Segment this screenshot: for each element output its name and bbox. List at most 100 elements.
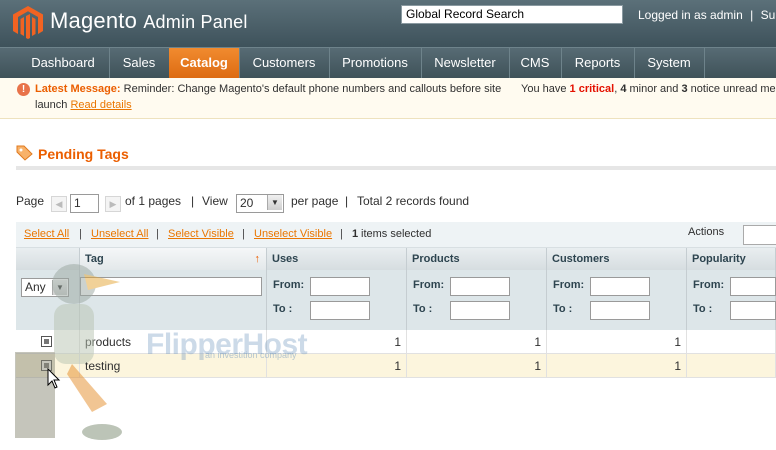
cell-customers: 1: [547, 330, 687, 354]
table-row[interactable]: products 1 1 1: [16, 330, 776, 354]
nav-dashboard[interactable]: Dashboard: [17, 48, 110, 78]
per-page-select[interactable]: 20 ▼: [236, 194, 284, 213]
sort-arrow-icon: ↑: [254, 253, 261, 265]
watermark-subtitle: an investition company: [205, 350, 297, 360]
nav-system[interactable]: System: [634, 48, 705, 78]
global-search-input[interactable]: Global Record Search: [401, 5, 623, 24]
table-row[interactable]: testing 1 1 1: [16, 354, 776, 378]
nav-promotions[interactable]: Promotions: [329, 48, 422, 78]
mouse-cursor-icon: [47, 368, 61, 389]
actions-label: Actions: [688, 226, 725, 238]
message-line-2: launch Read details: [35, 99, 132, 111]
nav-sales[interactable]: Sales: [109, 48, 170, 78]
filter-customers: From: To :: [547, 270, 687, 330]
selected-suffix: items selected: [361, 228, 432, 240]
chevron-down-icon: ▼: [267, 195, 282, 210]
page-label: Page: [16, 194, 45, 208]
unread-comma: ,: [614, 83, 618, 95]
cell-products: 1: [407, 330, 547, 354]
prev-page-icon[interactable]: ◀: [51, 196, 67, 212]
brand-name: Magento: [50, 8, 138, 33]
uses-to-input[interactable]: [310, 301, 370, 320]
page-number-input[interactable]: 1: [70, 194, 99, 213]
massaction-sep-3: |: [242, 228, 245, 240]
cell-customers: 1: [547, 354, 687, 378]
col-customers-header[interactable]: Customers: [547, 248, 687, 270]
message-text: Reminder: Change Magento's default phone…: [123, 83, 502, 95]
customers-from-input[interactable]: [590, 277, 650, 296]
col-massaction: [16, 248, 80, 270]
products-from-input[interactable]: [450, 277, 510, 296]
nav-reports[interactable]: Reports: [561, 48, 635, 78]
latest-message-bar: ! Latest Message: Reminder: Change Magen…: [0, 78, 776, 119]
nav-cms[interactable]: CMS: [509, 48, 562, 78]
unread-summary: You have 1 critical, 4 minor and 3 notic…: [521, 83, 776, 95]
notice-count[interactable]: 3: [681, 83, 687, 95]
unselect-all-link[interactable]: Unselect All: [91, 228, 148, 240]
actions-select[interactable]: [743, 225, 776, 245]
popularity-from-label: From:: [693, 279, 725, 291]
filter-tag: [80, 270, 267, 330]
selected-count: 1: [352, 228, 359, 240]
unread-suffix: notice unread mes: [690, 83, 776, 95]
filter-massaction: Any ▼: [16, 270, 80, 330]
alert-icon: !: [17, 83, 30, 96]
select-all-link[interactable]: Select All: [24, 228, 69, 240]
login-date-text: Sunda: [760, 8, 776, 22]
any-select[interactable]: Any ▼: [21, 278, 69, 297]
col-products-header[interactable]: Products: [407, 248, 547, 270]
massaction-sep-1: |: [79, 228, 82, 240]
col-tag-header[interactable]: Tag ↑: [80, 248, 267, 270]
admin-header: Magento Admin Panel Global Record Search…: [0, 0, 776, 47]
col-popularity-header[interactable]: Popularity: [687, 248, 776, 270]
records-found-text: Total 2 records found: [357, 194, 470, 208]
customers-to-label: To :: [553, 303, 573, 315]
uses-from-label: From:: [273, 279, 305, 291]
view-label: View: [202, 194, 228, 208]
unread-prefix: You have: [521, 83, 567, 95]
cell-popularity: [687, 330, 776, 354]
login-separator: |: [750, 8, 754, 22]
page-count-text: of 1 pages: [125, 194, 182, 208]
read-details-link[interactable]: Read details: [70, 99, 131, 111]
uses-to-label: To :: [273, 303, 293, 315]
nav-customers[interactable]: Customers: [239, 48, 330, 78]
per-page-label: per page: [291, 194, 339, 208]
tag-icon: [16, 145, 33, 161]
col-uses-header[interactable]: Uses: [267, 248, 407, 270]
select-visible-link[interactable]: Select Visible: [168, 228, 234, 240]
magento-logo-icon: [13, 6, 43, 39]
massaction-bar: Select All | Unselect All | Select Visib…: [16, 222, 776, 248]
main-nav: Dashboard Sales Catalog Customers Promot…: [0, 47, 776, 78]
any-select-value: Any: [25, 280, 46, 294]
cell-popularity: [687, 354, 776, 378]
customers-to-input[interactable]: [590, 301, 650, 320]
products-to-input[interactable]: [450, 301, 510, 320]
popularity-to-input[interactable]: [730, 301, 776, 320]
nav-catalog[interactable]: Catalog: [169, 48, 240, 78]
unselect-visible-link[interactable]: Unselect Visible: [254, 228, 332, 240]
customers-from-label: From:: [553, 279, 585, 291]
uses-from-input[interactable]: [310, 277, 370, 296]
filter-uses: From: To :: [267, 270, 407, 330]
products-to-label: To :: [413, 303, 433, 315]
title-divider: [16, 166, 776, 170]
nav-newsletter[interactable]: Newsletter: [421, 48, 510, 78]
chevron-down-icon: ▼: [52, 280, 67, 295]
minor-count[interactable]: 4: [620, 83, 626, 95]
login-info: Logged in as admin | Sunda: [638, 8, 776, 22]
page-title: Pending Tags: [38, 146, 129, 162]
row-checkbox-cell: [16, 330, 80, 354]
row-checkbox[interactable]: [41, 336, 52, 347]
col-tag-label: Tag: [85, 253, 104, 265]
massaction-sep-4: |: [340, 228, 343, 240]
popularity-from-input[interactable]: [730, 277, 776, 296]
critical-count[interactable]: 1 critical: [570, 83, 615, 95]
filter-popularity: From: To :: [687, 270, 776, 330]
massaction-sep-2: |: [156, 228, 159, 240]
cell-products: 1: [407, 354, 547, 378]
tag-filter-input[interactable]: [80, 277, 262, 296]
products-from-label: From:: [413, 279, 445, 291]
popularity-to-label: To :: [693, 303, 713, 315]
next-page-icon[interactable]: ▶: [105, 196, 121, 212]
